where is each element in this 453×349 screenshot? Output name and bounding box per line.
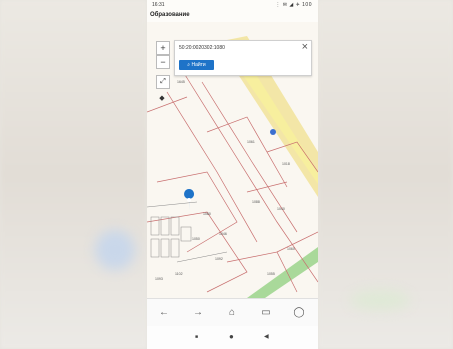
status-icons: ⋮ ✉ ◢ ✈ 100 — [275, 2, 312, 8]
close-icon[interactable]: × — [302, 41, 308, 53]
layers-button[interactable]: ◆ — [156, 93, 168, 105]
parcel-label: 1092 — [215, 257, 223, 261]
blurred-green-spot — [350, 290, 410, 310]
parcel-label: 1060 — [287, 247, 295, 251]
status-bar: 16:31 ⋮ ✉ ◢ ✈ 100 — [147, 0, 318, 10]
parcel-label: 1088 — [252, 200, 260, 204]
status-time: 16:31 — [152, 2, 165, 8]
map-pin-icon[interactable] — [184, 189, 195, 211]
parcel-label: 1080 — [203, 212, 211, 216]
cadastral-search-panel: 50:20:0020302:1080 × ⌕ Найти — [174, 40, 312, 76]
blurred-blue-spot — [95, 230, 135, 270]
app-title: Образование — [150, 12, 190, 18]
arrow-left-icon[interactable]: ← — [157, 306, 171, 320]
parcel-label: 1102 — [175, 272, 183, 276]
parcel-label: 1061 — [247, 140, 255, 144]
zoom-in-button[interactable]: + — [156, 41, 170, 55]
fullscreen-button[interactable]: ⤢ — [156, 75, 170, 89]
zoom-out-button[interactable]: − — [156, 55, 170, 69]
arrow-right-icon[interactable]: → — [191, 306, 205, 320]
search-button-label: Найти — [191, 62, 206, 68]
parcel-label: 1050 — [192, 237, 200, 241]
parcel-label: 1055 — [267, 272, 275, 276]
phone-screen: 16:31 ⋮ ✉ ◢ ✈ 100 Образование 1645 1061 … — [147, 0, 318, 349]
search-button[interactable]: ⌕ Найти — [179, 60, 214, 70]
home-icon[interactable]: ⌂ — [225, 306, 239, 320]
search-input[interactable]: 50:20:0020302:1080 — [179, 45, 225, 51]
home-circle-icon[interactable]: ● — [229, 332, 234, 341]
parcel-label: 1093 — [155, 277, 163, 281]
parcel-label: 1046 — [219, 232, 227, 236]
tabs-icon[interactable]: ▭ — [259, 306, 273, 320]
parcel-label: 1645 — [177, 80, 185, 84]
parcel-label: 1018 — [282, 162, 290, 166]
profile-icon[interactable]: ◯ — [292, 306, 306, 320]
parcel-label: 1040 — [277, 207, 285, 211]
recents-icon[interactable]: ■ — [195, 334, 198, 340]
bottom-navigation: ← → ⌂ ▭ ◯ — [147, 298, 318, 327]
back-triangle-icon[interactable]: ◀ — [264, 333, 269, 340]
blurred-background-left — [0, 0, 147, 349]
system-navigation: ■ ● ◀ — [147, 326, 318, 349]
